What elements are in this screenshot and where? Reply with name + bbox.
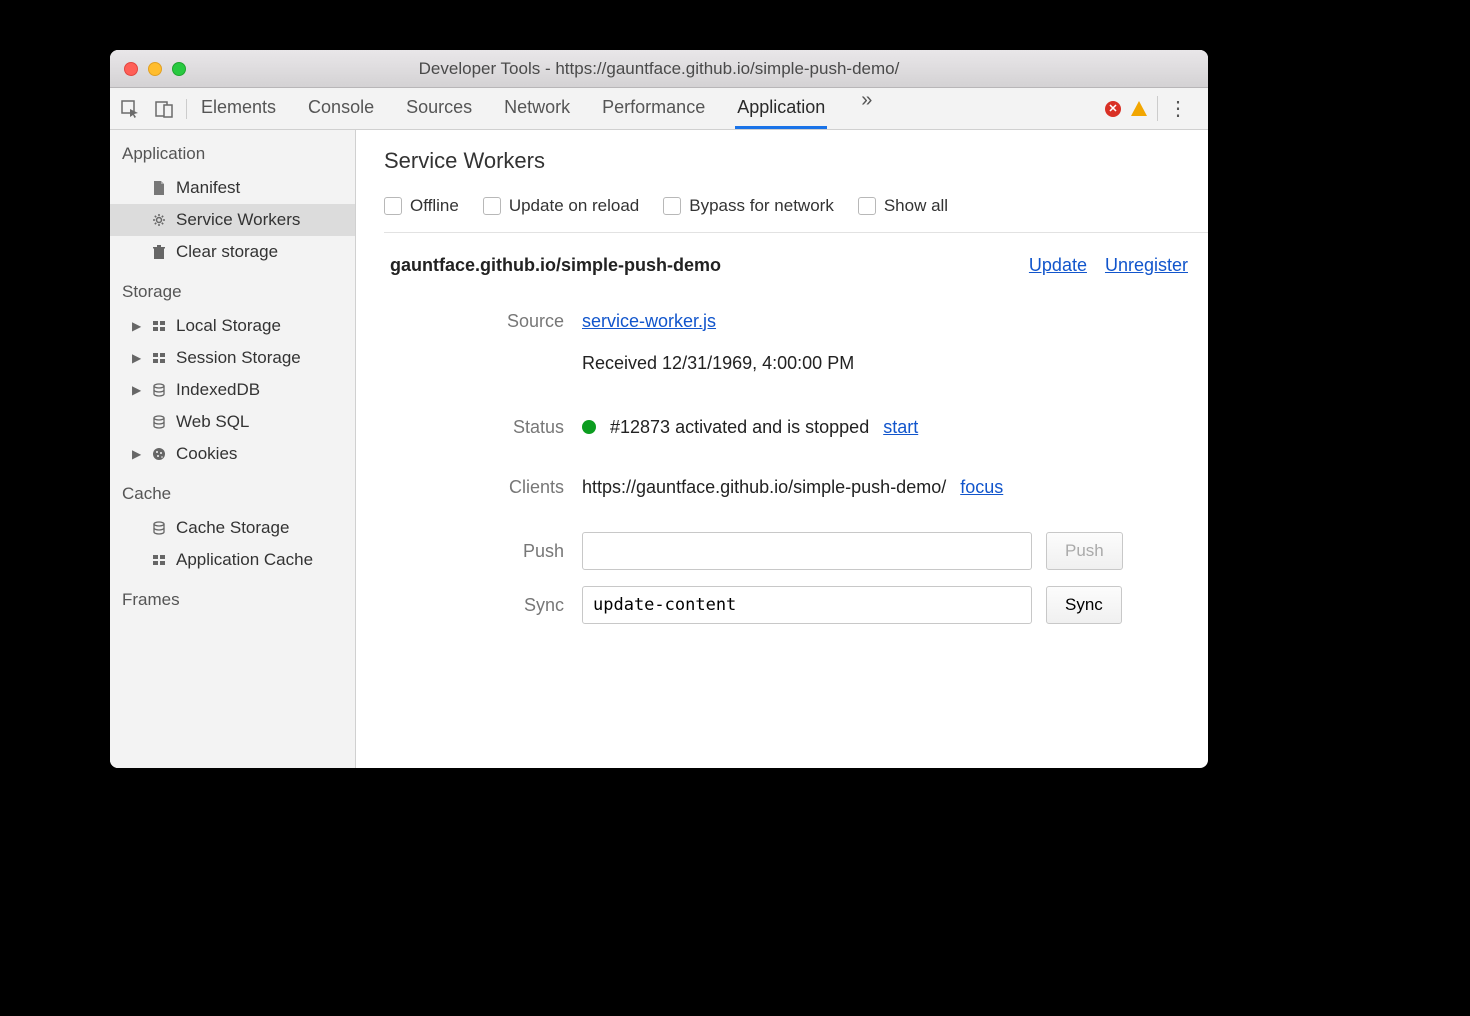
tab-console[interactable]: Console	[306, 89, 376, 128]
db-icon	[150, 381, 168, 399]
source-received-row: Received 12/31/1969, 4:00:00 PM	[384, 344, 1208, 390]
sidebar-item-local-storage[interactable]: ▶ Local Storage	[110, 310, 355, 342]
fullscreen-window-button[interactable]	[172, 62, 186, 76]
checkbox-label: Update on reload	[509, 196, 639, 216]
db-icon	[150, 519, 168, 537]
sidebar-item-label: Service Workers	[176, 210, 300, 230]
sidebar-item-cache-storage[interactable]: Cache Storage	[110, 512, 355, 544]
origin-text: gauntface.github.io/simple-push-demo	[390, 255, 721, 276]
window-title: Developer Tools - https://gauntface.gith…	[110, 59, 1208, 79]
traffic-lights	[124, 62, 186, 76]
status-label: Status	[384, 417, 582, 438]
tab-elements[interactable]: Elements	[199, 89, 278, 128]
checkbox-update-on-reload[interactable]: Update on reload	[483, 196, 639, 216]
push-label: Push	[384, 541, 582, 562]
sidebar-item-label: Cookies	[176, 444, 237, 464]
sidebar-item-web-sql[interactable]: Web SQL	[110, 406, 355, 438]
grid-icon	[150, 317, 168, 335]
gear-icon	[150, 211, 168, 229]
device-toolbar-icon[interactable]	[154, 99, 174, 119]
sidebar-group-header: Storage	[110, 268, 355, 310]
clients-row: Clients https://gauntface.github.io/simp…	[384, 464, 1208, 510]
panel-heading: Service Workers	[384, 148, 1208, 174]
inspect-element-icon[interactable]	[120, 99, 140, 119]
tab-sources[interactable]: Sources	[404, 89, 474, 128]
tab-application[interactable]: Application	[735, 89, 827, 128]
sidebar-item-cookies[interactable]: ▶ Cookies	[110, 438, 355, 470]
sync-input[interactable]	[582, 586, 1032, 624]
devtools-window: Developer Tools - https://gauntface.gith…	[110, 50, 1208, 768]
settings-menu-icon[interactable]: ⋮	[1157, 96, 1198, 121]
checkbox-label: Show all	[884, 196, 948, 216]
close-window-button[interactable]	[124, 62, 138, 76]
sidebar-group-header: Cache	[110, 470, 355, 512]
checkbox-label: Offline	[410, 196, 459, 216]
source-label: Source	[384, 311, 582, 332]
origin-row: gauntface.github.io/simple-push-demo Upd…	[384, 233, 1208, 298]
tab-performance[interactable]: Performance	[600, 89, 707, 128]
sidebar-item-label: Application Cache	[176, 550, 313, 570]
sidebar-group-header: Application	[110, 130, 355, 172]
checkbox-bypass-for-network[interactable]: Bypass for network	[663, 196, 834, 216]
warning-icon[interactable]	[1131, 101, 1147, 116]
client-focus-link[interactable]: focus	[960, 477, 1003, 498]
sync-label: Sync	[384, 595, 582, 616]
grid-icon	[150, 551, 168, 569]
update-link[interactable]: Update	[1029, 255, 1087, 276]
sidebar-item-label: Local Storage	[176, 316, 281, 336]
options-row: Offline Update on reload Bypass for netw…	[384, 190, 1208, 233]
status-row: Status #12873 activated and is stopped s…	[384, 404, 1208, 450]
expand-caret-icon: ▶	[132, 319, 142, 333]
error-icon[interactable]: ✕	[1105, 101, 1121, 117]
status-start-link[interactable]: start	[883, 417, 918, 438]
sidebar-item-application-cache[interactable]: Application Cache	[110, 544, 355, 576]
trash-icon	[150, 243, 168, 261]
sidebar-item-label: IndexedDB	[176, 380, 260, 400]
status-icons: ✕	[1105, 101, 1147, 117]
devtools-toolbar: Elements Console Sources Network Perform…	[110, 88, 1208, 130]
checkbox-label: Bypass for network	[689, 196, 834, 216]
sidebar-item-service-workers[interactable]: Service Workers	[110, 204, 355, 236]
db-icon	[150, 413, 168, 431]
expand-caret-icon: ▶	[132, 351, 142, 365]
sidebar-item-clear-storage[interactable]: Clear storage	[110, 236, 355, 268]
cookie-icon	[150, 445, 168, 463]
sidebar-item-label: Clear storage	[176, 242, 278, 262]
grid-icon	[150, 349, 168, 367]
expand-caret-icon: ▶	[132, 447, 142, 461]
window-titlebar: Developer Tools - https://gauntface.gith…	[110, 50, 1208, 88]
sidebar-item-session-storage[interactable]: ▶ Session Storage	[110, 342, 355, 374]
expand-caret-icon: ▶	[132, 383, 142, 397]
sidebar-item-label: Session Storage	[176, 348, 301, 368]
minimize-window-button[interactable]	[148, 62, 162, 76]
checkbox-show-all[interactable]: Show all	[858, 196, 948, 216]
client-url: https://gauntface.github.io/simple-push-…	[582, 477, 946, 498]
tabs-overflow[interactable]: »	[855, 89, 878, 128]
devtools-tabs: Elements Console Sources Network Perform…	[199, 89, 1095, 128]
push-input[interactable]	[582, 532, 1032, 570]
status-text: #12873 activated and is stopped	[610, 417, 869, 438]
clients-label: Clients	[384, 477, 582, 498]
sidebar-item-label: Web SQL	[176, 412, 249, 432]
tab-network[interactable]: Network	[502, 89, 572, 128]
push-row: Push Push	[384, 524, 1208, 578]
sidebar-item-indexeddb[interactable]: ▶ IndexedDB	[110, 374, 355, 406]
status-dot-icon	[582, 420, 596, 434]
application-sidebar: Application Manifest Service Workers Clear …	[110, 130, 356, 768]
sidebar-item-label: Manifest	[176, 178, 240, 198]
file-icon	[150, 179, 168, 197]
sidebar-item-manifest[interactable]: Manifest	[110, 172, 355, 204]
checkbox-offline[interactable]: Offline	[384, 196, 459, 216]
source-link[interactable]: service-worker.js	[582, 311, 716, 332]
sync-row: Sync Sync	[384, 578, 1208, 632]
unregister-link[interactable]: Unregister	[1105, 255, 1188, 276]
source-received: Received 12/31/1969, 4:00:00 PM	[582, 353, 854, 374]
sidebar-item-label: Cache Storage	[176, 518, 289, 538]
push-button[interactable]: Push	[1046, 532, 1123, 570]
service-workers-panel: Service Workers Offline Update on reload…	[356, 130, 1208, 768]
source-row: Source service-worker.js	[384, 298, 1208, 344]
sidebar-group-header: Frames	[110, 576, 355, 618]
sync-button[interactable]: Sync	[1046, 586, 1122, 624]
